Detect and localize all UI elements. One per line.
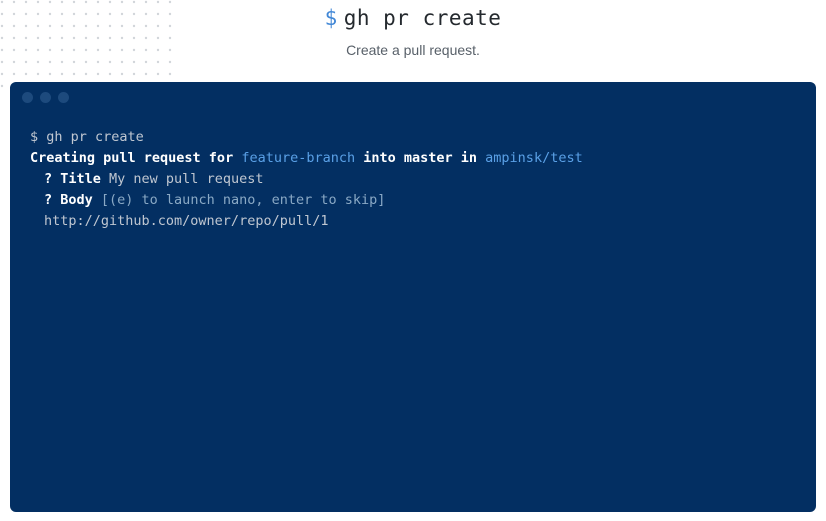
terminal-url-line: http://github.com/owner/repo/pull/1 [30,211,796,232]
close-icon[interactable] [22,92,33,103]
terminal-status-line: Creating pull request for feature-branch… [30,148,796,169]
terminal-titlebar [10,82,816,113]
terminal-prompt-line: $ gh pr create [30,127,796,148]
terminal-body-line: ? Body [(e) to launch nano, enter to ski… [30,190,796,211]
header-description: Create a pull request. [0,42,826,58]
command-text: gh pr create [344,6,502,30]
terminal-body: $ gh pr create Creating pull request for… [10,113,816,252]
prompt-symbol: $ [325,6,338,30]
page-header: $gh pr create Create a pull request. [0,0,826,58]
minimize-icon[interactable] [40,92,51,103]
terminal-title-line: ? Title My new pull request [30,169,796,190]
zoom-icon[interactable] [58,92,69,103]
terminal-window: $ gh pr create Creating pull request for… [10,82,816,512]
header-command: $gh pr create [0,6,826,30]
